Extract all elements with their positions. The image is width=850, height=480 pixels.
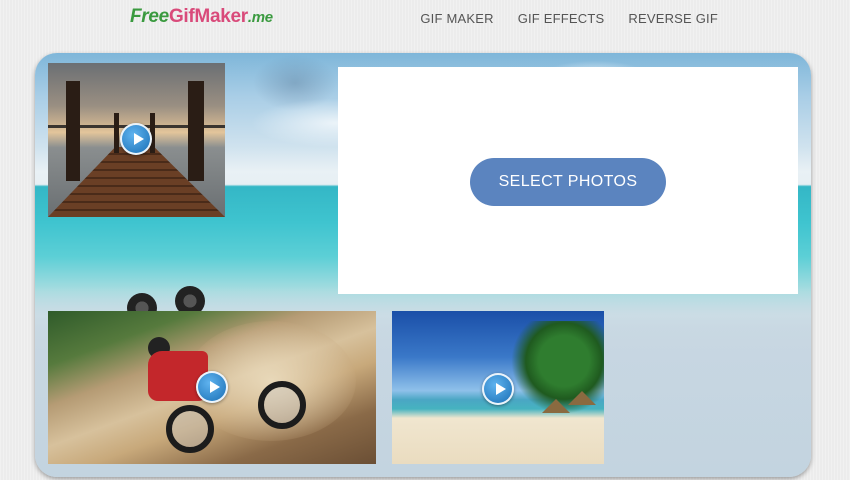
pier-post [188, 81, 204, 181]
site-header: FreeGifMaker.me GIF MAKER GIF EFFECTS RE… [0, 0, 850, 40]
main-nav: GIF MAKER GIF EFFECTS REVERSE GIF [420, 11, 718, 26]
upload-panel: SELECT PHOTOS [338, 67, 798, 294]
bike-wheel [258, 381, 306, 429]
nav-gif-maker[interactable]: GIF MAKER [420, 11, 493, 26]
thumbnail-motocross[interactable] [48, 311, 376, 464]
thumbnail-beach[interactable] [392, 311, 604, 464]
thumbnail-pier[interactable] [48, 63, 225, 217]
logo-domain-text: .me [247, 9, 273, 26]
bike-wheel [166, 405, 214, 453]
nav-gif-effects[interactable]: GIF EFFECTS [518, 11, 605, 26]
pier-post [66, 81, 80, 181]
pier-post [114, 113, 119, 153]
logo-free-text: Free [130, 6, 169, 27]
play-icon[interactable] [196, 371, 228, 403]
play-icon[interactable] [120, 123, 152, 155]
select-photos-button[interactable]: SELECT PHOTOS [470, 158, 666, 206]
play-icon[interactable] [482, 373, 514, 405]
site-logo[interactable]: FreeGifMaker.me [130, 6, 273, 28]
nav-reverse-gif[interactable]: REVERSE GIF [628, 11, 718, 26]
maker-frame: SELECT PHOTOS [35, 53, 811, 477]
logo-gifmaker-text: GifMaker [168, 6, 248, 27]
